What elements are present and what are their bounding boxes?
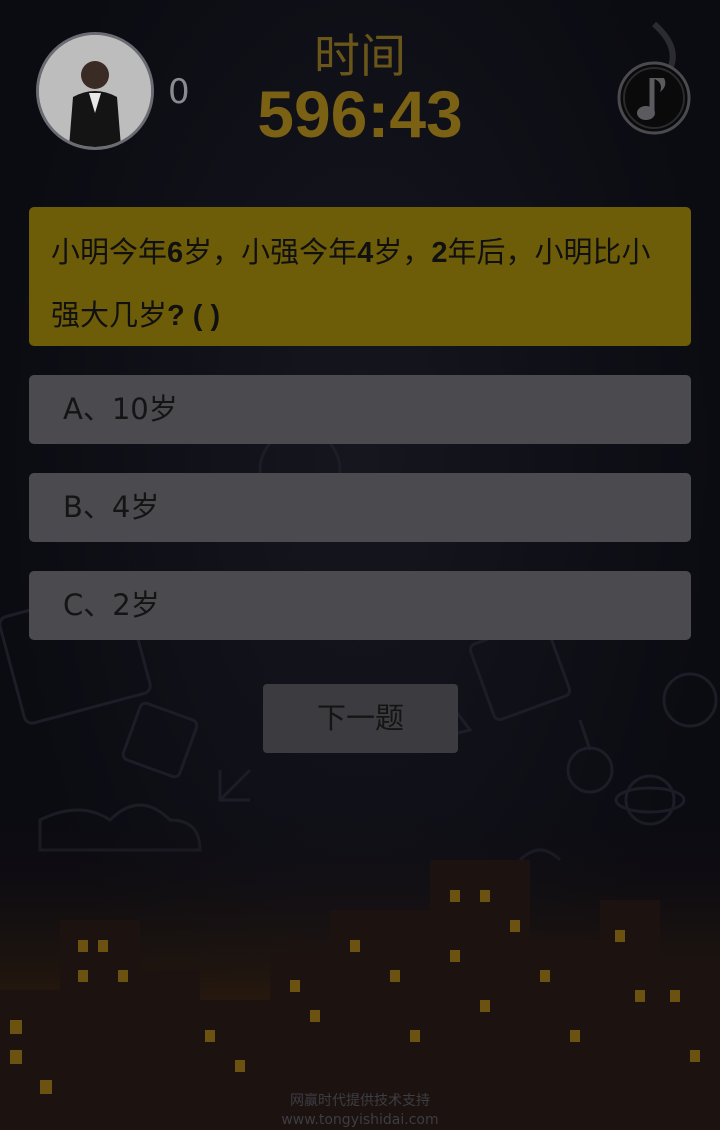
avatar-person-icon	[39, 35, 151, 147]
city-skyline	[0, 800, 720, 1130]
footer-credit-url[interactable]: www.tongyishidai.com	[0, 1111, 720, 1130]
footer-credit: 网赢时代提供技术支持 www.tongyishidai.com	[0, 1092, 720, 1130]
question-card: 小明今年6岁，小强今年4岁，2年后，小明比小强大几岁? ( )	[29, 207, 691, 346]
option-a[interactable]: A、10岁	[29, 375, 691, 444]
quiz-screen: 0 时间 596:43 小明今年6岁，小强今年4岁，2年后，小明比小强大几岁? …	[0, 0, 720, 1130]
music-note-icon	[617, 21, 691, 135]
score-value: 0	[168, 72, 190, 112]
timer-label: 时间	[314, 29, 406, 83]
option-b[interactable]: B、4岁	[29, 473, 691, 542]
next-question-button[interactable]: 下一题	[263, 684, 458, 753]
question-text: 小明今年6岁，小强今年4岁，2年后，小明比小强大几岁? ( )	[51, 235, 651, 332]
player-avatar	[36, 32, 154, 150]
music-toggle-button[interactable]	[604, 20, 704, 140]
background-doodles	[0, 378, 718, 862]
timer-value: 596:43	[257, 77, 463, 151]
footer-credit-line1: 网赢时代提供技术支持	[290, 1093, 430, 1109]
option-c[interactable]: C、2岁	[29, 571, 691, 640]
